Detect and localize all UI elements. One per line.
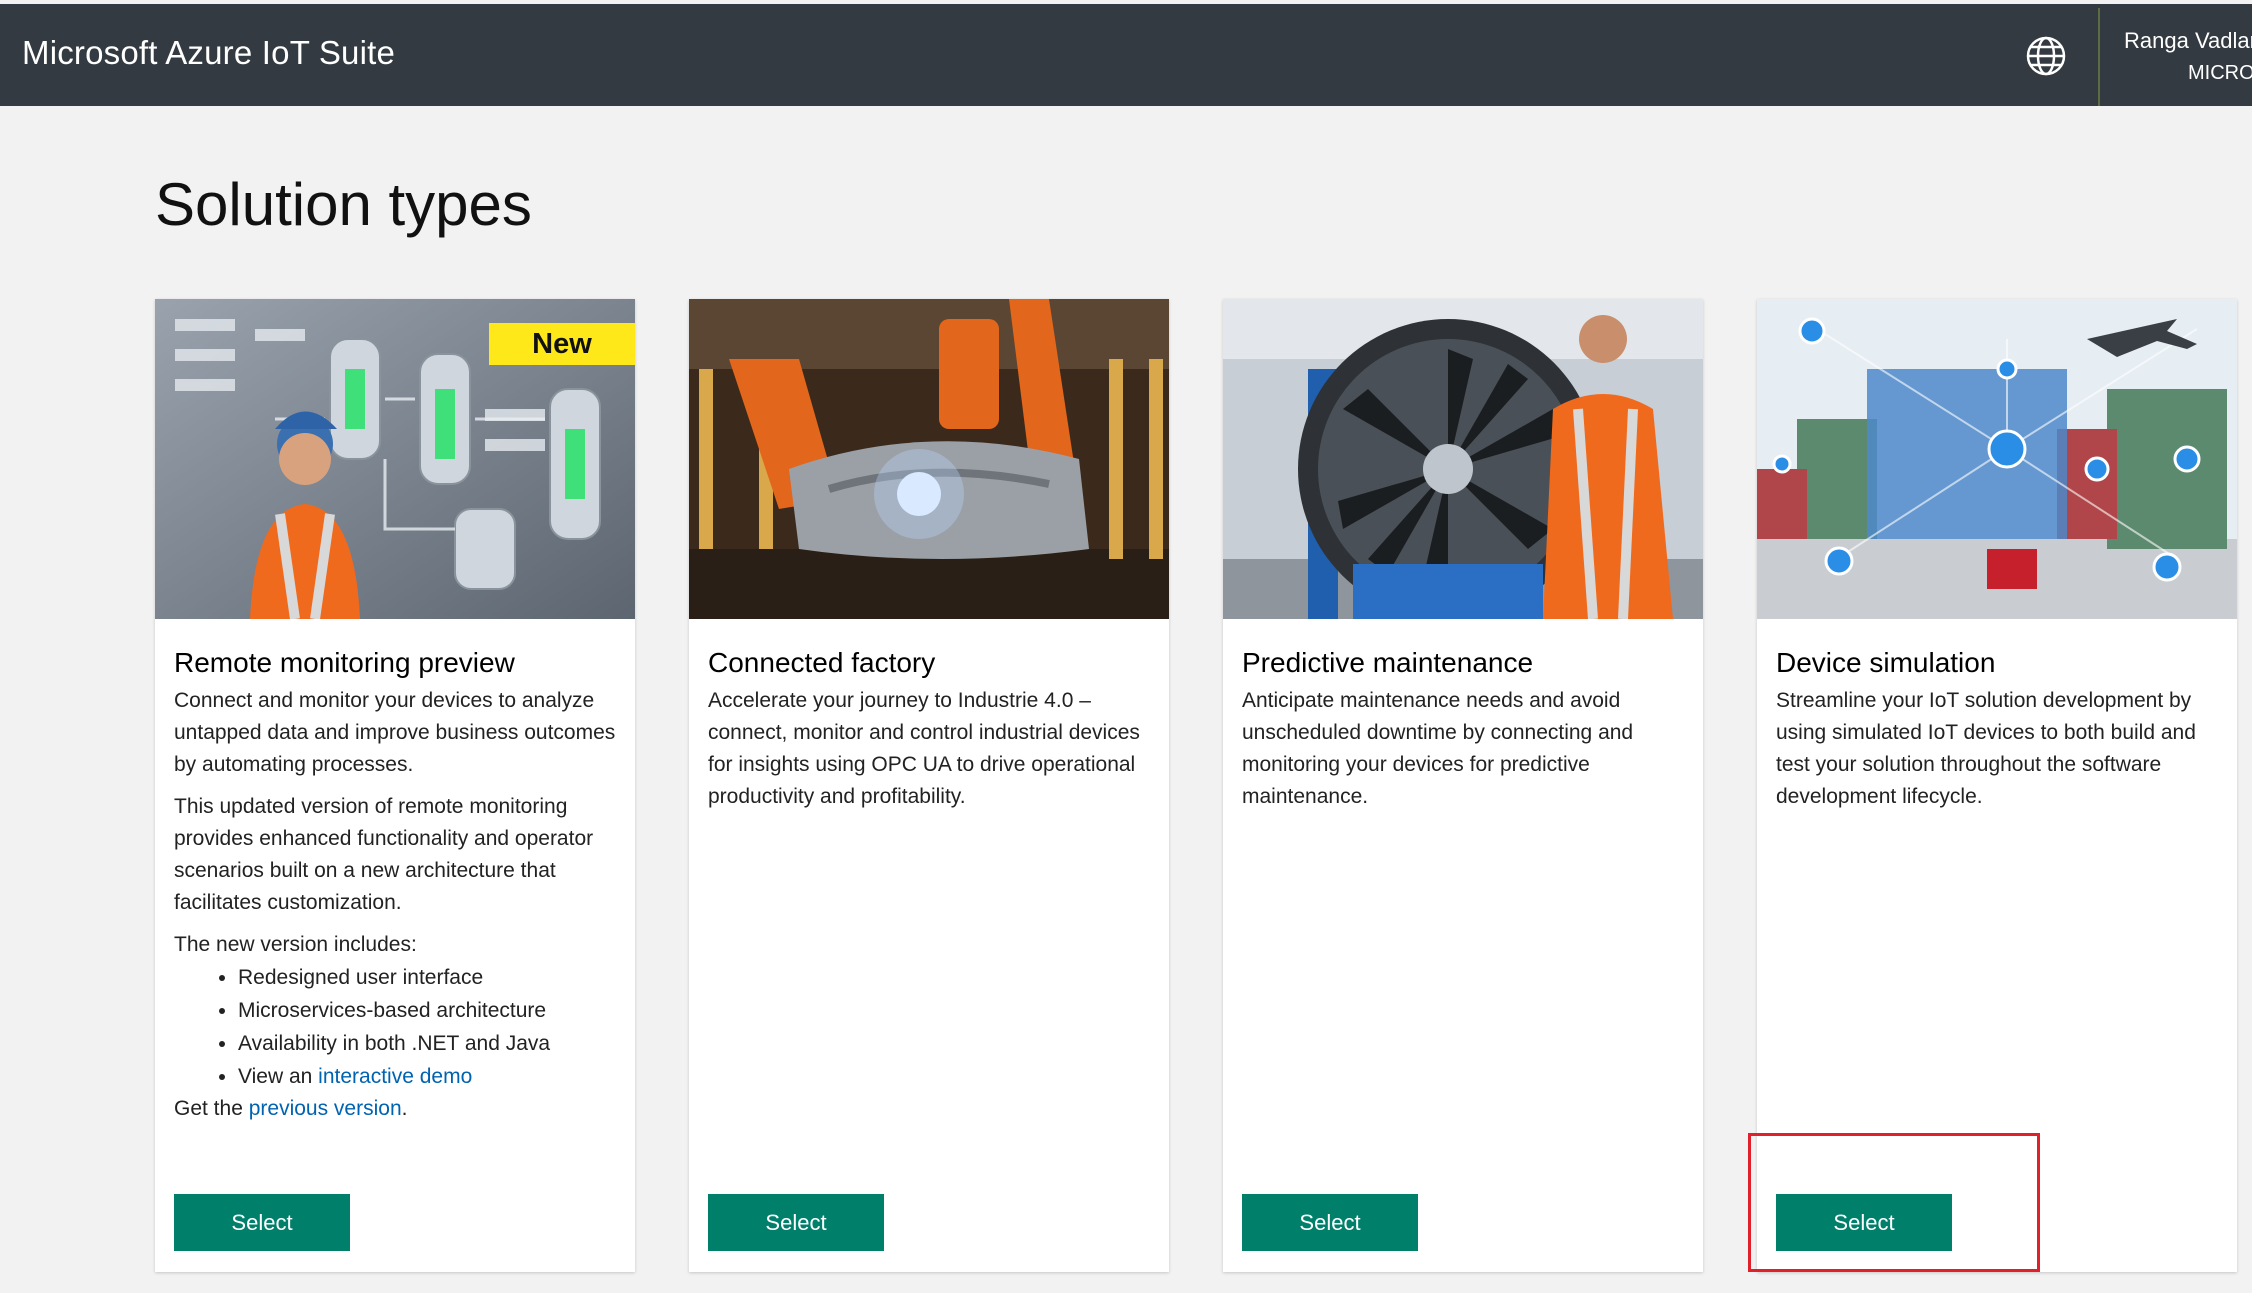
highlight-annotation (1748, 1133, 2040, 1272)
feature-list: Redesigned user interface Microservices-… (174, 961, 619, 1093)
card-description: Anticipate maintenance needs and avoid u… (1242, 689, 1634, 808)
includes-label: The new version includes: (174, 933, 417, 956)
page-title: Solution types (155, 171, 532, 238)
list-item: Redesigned user interface (238, 961, 619, 994)
card-body: Remote monitoring preview Connect and mo… (174, 647, 619, 1125)
previous-version-link[interactable]: previous version (249, 1097, 402, 1120)
card-title: Remote monitoring preview (174, 647, 515, 678)
user-name: Ranga Vadlar (2124, 28, 2252, 53)
card-description: Accelerate your journey to Industrie 4.0… (708, 689, 1140, 808)
select-button-predictive-maintenance[interactable]: Select (1242, 1194, 1418, 1251)
predictive-maintenance-illustration (1223, 299, 1703, 619)
device-simulation-illustration (1757, 299, 2237, 619)
list-item: Availability in both .NET and Java (238, 1027, 619, 1060)
card-predictive-maintenance: Predictive maintenance Anticipate mainte… (1223, 299, 1703, 1272)
card-description: Streamline your IoT solution development… (1776, 689, 2196, 808)
card-image-device-simulation (1757, 299, 2237, 619)
card-description: Connect and monitor your devices to anal… (174, 689, 616, 776)
user-org: MICRO (2188, 62, 2252, 84)
prev-suffix: . (401, 1097, 408, 1120)
demo-prefix: View an (238, 1065, 319, 1088)
connected-factory-illustration (689, 299, 1169, 619)
globe-icon[interactable] (2024, 34, 2068, 78)
card-body: Predictive maintenance Anticipate mainte… (1242, 647, 1687, 823)
app-title[interactable]: Microsoft Azure IoT Suite (22, 34, 395, 72)
user-account[interactable]: Ranga Vadlar MICRO (2124, 28, 2252, 85)
card-connected-factory: Connected factory Accelerate your journe… (689, 299, 1169, 1272)
new-badge: New (489, 323, 635, 365)
card-title: Predictive maintenance (1242, 647, 1534, 678)
list-item: Microservices-based architecture (238, 994, 619, 1027)
card-image-connected-factory (689, 299, 1169, 619)
card-body: Connected factory Accelerate your journe… (708, 647, 1153, 823)
top-header: Microsoft Azure IoT Suite Ranga Vadlar M… (0, 4, 2252, 106)
card-image-remote-monitoring: New (155, 299, 635, 619)
select-button-remote-monitoring[interactable]: Select (174, 1194, 350, 1251)
card-remote-monitoring: New Remote monitoring preview Connect an… (155, 299, 635, 1272)
user-divider (2098, 8, 2100, 106)
interactive-demo-link[interactable]: interactive demo (318, 1065, 472, 1088)
card-image-predictive-maintenance (1223, 299, 1703, 619)
list-item: View an interactive demo (238, 1060, 619, 1093)
card-body: Device simulation Streamline your IoT so… (1776, 647, 2221, 823)
card-title: Connected factory (708, 647, 936, 678)
card-title: Device simulation (1776, 647, 1996, 678)
card-device-simulation: Device simulation Streamline your IoT so… (1757, 299, 2237, 1272)
prev-prefix: Get the (174, 1097, 249, 1120)
card-description-extended: This updated version of remote monitorin… (174, 795, 594, 914)
select-button-connected-factory[interactable]: Select (708, 1194, 884, 1251)
previous-version-line: Get the previous version. (174, 1093, 619, 1125)
